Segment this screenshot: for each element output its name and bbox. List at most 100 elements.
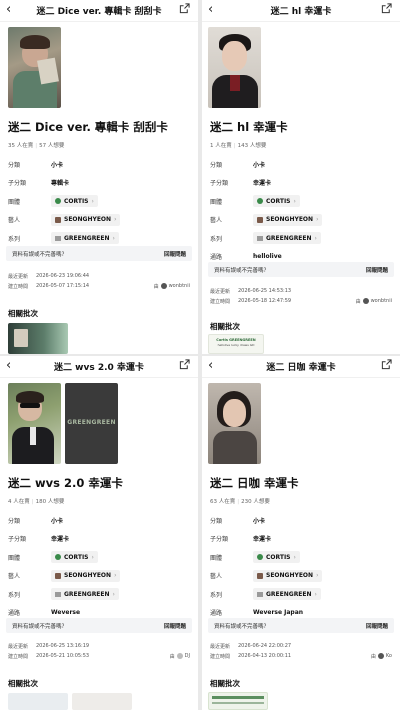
chevron-right-icon: ›	[314, 234, 317, 242]
report-question: 資料有誤或不完善嗎？	[12, 623, 68, 630]
related-batch-thumbnail[interactable]	[208, 692, 268, 710]
group-name: CORTIS	[64, 553, 89, 561]
card-photo-front[interactable]	[8, 383, 61, 464]
author-name: Ko	[385, 653, 392, 659]
group-chip[interactable]: CORTIS ›	[51, 195, 98, 208]
artist-name: SEONGHYEON	[64, 572, 112, 580]
card-photo-back[interactable]: GREENGREEN	[65, 383, 118, 464]
series-chip[interactable]: GREENGREEN ›	[51, 232, 119, 245]
channel-value: Weverse	[51, 609, 81, 617]
author-info[interactable]: 由 wonbtnii	[154, 283, 190, 290]
created-label: 建立時間	[210, 298, 231, 305]
author-info[interactable]: 由 Ko	[371, 653, 392, 660]
header-bar: ‹ 迷二 日咖 幸運卡	[202, 356, 400, 378]
back-arrow-icon[interactable]: ‹	[208, 2, 213, 18]
group-chip[interactable]: CORTIS ›	[253, 551, 300, 564]
artist-chip[interactable]: SEONGHYEON ›	[51, 213, 121, 226]
artist-avatar-icon	[257, 216, 263, 223]
card-held-shape	[37, 57, 59, 85]
header-bar: ‹ 迷二 hl 幸運卡	[202, 0, 400, 22]
author-name: wonbtnii	[168, 283, 190, 289]
chevron-right-icon: ›	[114, 572, 117, 580]
card-photo[interactable]	[208, 383, 261, 464]
item-detail-panel: ‹ 迷二 wvs 2.0 幸運卡 GREENGREEN 迷二 wvs 2.0 幸…	[0, 356, 198, 710]
series-chip[interactable]: GREENGREEN ›	[253, 232, 321, 245]
thumb-card-shape	[14, 329, 28, 347]
back-arrow-icon[interactable]: ‹	[6, 2, 11, 18]
card-photo[interactable]	[208, 27, 261, 108]
screenshot-grid: ‹ 迷二 Dice ver. 專輯卡 刮刮卡 迷二 Dice ver. 專輯卡 …	[0, 0, 400, 710]
have-label: 人在賣	[13, 499, 30, 505]
header-title: 迷二 wvs 2.0 幸運卡	[54, 363, 144, 373]
hair-shape	[20, 35, 50, 49]
report-button[interactable]: 回報問題	[164, 622, 186, 630]
group-label: 團體	[8, 554, 21, 562]
stats-line: 63 人在賣 | 230 人想要	[210, 499, 270, 505]
have-count: 63	[210, 499, 217, 505]
meta-info: 最近更新 2026-06-23 19:06:44 建立時間 2026-05-07 1…	[8, 271, 190, 291]
created-label: 建立時間	[8, 653, 29, 660]
category-value: 小卡	[253, 161, 266, 169]
author-info[interactable]: 由 DJ	[170, 653, 190, 660]
artist-chip[interactable]: SEONGHYEON ›	[253, 213, 323, 226]
channel-label: 通路	[8, 610, 21, 618]
channel-label: 通路	[210, 610, 223, 618]
shirt-shape	[30, 427, 36, 445]
subcategory-label: 子分類	[8, 536, 27, 544]
category-label: 分類	[210, 517, 223, 525]
category-label: 分類	[8, 517, 21, 525]
report-button[interactable]: 回報問題	[164, 250, 186, 258]
share-icon[interactable]	[179, 3, 190, 14]
updated-label: 最近更新	[210, 643, 231, 650]
related-batch-thumbnail[interactable]	[8, 693, 68, 710]
card-photo[interactable]	[8, 27, 61, 108]
attribute-list: 分類 小卡 子分類 幸運卡 團體 CORTIS › 藝人 SEONGHYEON › 系列 GR…	[210, 511, 392, 622]
group-chip[interactable]: CORTIS ›	[253, 195, 300, 208]
header-title: 迷二 Dice ver. 專輯卡 刮刮卡	[36, 7, 162, 17]
updated-value: 2026-06-25 13:16:19	[36, 643, 90, 649]
updated-value: 2026-06-25 14:53:13	[238, 288, 292, 294]
item-title: 迷二 hl 幸運卡	[210, 120, 288, 134]
meta-info: 最近更新 2026-06-25 13:16:19 建立時間 2026-05-21 1…	[8, 641, 190, 661]
share-icon[interactable]	[179, 359, 190, 370]
series-label: 系列	[210, 235, 223, 243]
report-question: 資料有誤或不完善嗎？	[214, 623, 270, 630]
by-label: 由	[355, 298, 361, 305]
report-button[interactable]: 回報問題	[366, 266, 388, 274]
series-name: GREENGREEN	[64, 590, 110, 598]
report-bar: 資料有誤或不完善嗎？ 回報問題	[208, 618, 394, 633]
series-chip[interactable]: GREENGREEN ›	[253, 588, 321, 601]
created-label: 建立時間	[210, 653, 231, 660]
header-title: 迷二 hl 幸運卡	[270, 7, 332, 17]
related-batch-thumbnail[interactable]	[72, 693, 132, 710]
subcategory-value: 專輯卡	[51, 180, 70, 188]
report-button[interactable]: 回報問題	[366, 622, 388, 630]
related-batch-thumbnail[interactable]	[8, 323, 68, 354]
back-arrow-icon[interactable]: ‹	[208, 358, 213, 374]
thumb-line-shape	[212, 702, 264, 704]
artist-chip[interactable]: SEONGHYEON ›	[253, 569, 323, 582]
author-info[interactable]: 由 wonbtnii	[356, 298, 392, 305]
series-chip[interactable]: GREENGREEN ›	[51, 588, 119, 601]
hair-shape	[16, 391, 44, 403]
have-label: 人在賣	[215, 143, 232, 149]
have-label: 人在賣	[16, 143, 34, 149]
channel-value: hellolive	[253, 253, 282, 261]
attribute-list: 分類 小卡 子分類 幸運卡 團體 CORTIS › 藝人 SEONGHYEON › 系列 GR…	[210, 155, 392, 266]
want-count: 143	[237, 143, 249, 149]
created-value: 2026-04-13 20:00:11	[238, 653, 292, 659]
back-arrow-icon[interactable]: ‹	[6, 358, 11, 374]
want-count: 57	[39, 143, 47, 149]
group-name: CORTIS	[266, 553, 291, 561]
group-name: CORTIS	[266, 197, 291, 205]
share-icon[interactable]	[381, 359, 392, 370]
sunglasses-shape	[20, 403, 40, 408]
by-label: 由	[370, 653, 376, 660]
artist-chip[interactable]: SEONGHYEON ›	[51, 569, 121, 582]
related-batch-thumbnail[interactable]: Cortis GREENGREEN hellolive lucky draws …	[208, 334, 264, 354]
want-label: 人想要	[47, 499, 65, 505]
group-chip[interactable]: CORTIS ›	[51, 551, 98, 564]
share-icon[interactable]	[381, 3, 392, 14]
series-name: GREENGREEN	[266, 234, 312, 242]
header-title: 迷二 日咖 幸運卡	[266, 363, 336, 373]
